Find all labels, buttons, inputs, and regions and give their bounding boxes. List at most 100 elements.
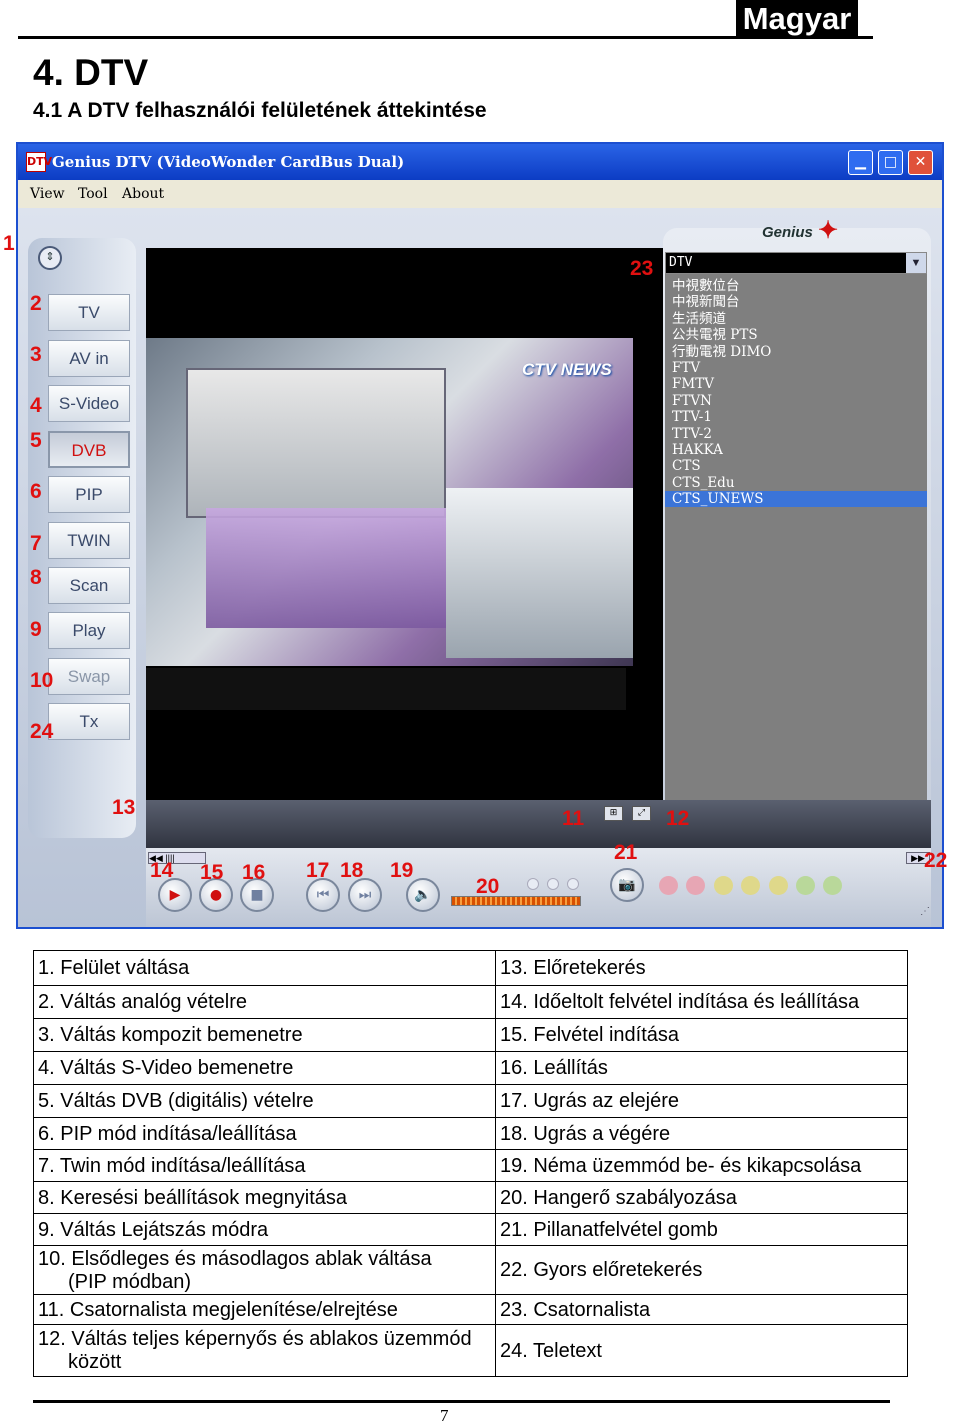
channel-list[interactable]: 中視數位台 中視新聞台 生活頻道 公共電視 PTS 行動電視 DIMO FTV FMTV FT… — [665, 274, 927, 800]
scan-button[interactable]: Scan — [48, 567, 130, 604]
channel-item[interactable]: 中視數位台 — [665, 278, 927, 294]
table-cell: 10. Elsődleges és másodlagos ablak váltá… — [33, 1245, 496, 1295]
callout-24: 24 — [30, 720, 54, 743]
volume-dot — [527, 878, 539, 890]
chevron-down-icon[interactable]: ▼ — [906, 253, 926, 273]
menu-view[interactable]: View — [30, 186, 65, 202]
teletext-button[interactable]: Tx — [48, 703, 130, 740]
section-title: 4.1 A DTV felhasználói felületének áttek… — [33, 99, 487, 122]
channel-logo: CTV NEWS — [522, 360, 612, 379]
channel-item[interactable]: 公共電視 PTS — [665, 327, 927, 343]
table-cell: 18. Ugrás a végére — [495, 1117, 908, 1150]
channel-item[interactable]: HAKKA — [665, 442, 927, 458]
mute-button[interactable]: 🔈 — [406, 878, 440, 912]
callout-11: 11 — [562, 807, 585, 830]
fullscreen-toggle-icon[interactable]: ⤢ — [632, 806, 651, 821]
snapshot-button[interactable]: 📷 — [610, 868, 644, 902]
color-dot — [823, 876, 842, 895]
channel-item[interactable]: CTS_Edu — [665, 475, 927, 491]
color-dot — [741, 876, 760, 895]
maximize-button[interactable]: □ — [878, 150, 903, 175]
resize-grip-icon[interactable]: ⋰ — [920, 906, 930, 917]
table-row: 5. Váltás DVB (digitális) vételre 17. Ugr… — [33, 1084, 908, 1118]
app-body: ⇕ TV AV in S-Video DVB PIP TWIN Scan Pla… — [18, 208, 942, 927]
callout-2: 2 — [30, 292, 42, 315]
channel-item[interactable]: 行動電視 DIMO — [665, 344, 927, 360]
callout-5: 5 — [30, 429, 42, 452]
table-row: 8. Keresési beállítások megnyitása 20. Ha… — [33, 1181, 908, 1214]
timeshift-button[interactable]: ▶ — [158, 878, 192, 912]
table-cell: 14. Időeltolt felvétel indítása és leáll… — [495, 985, 908, 1019]
skip-start-button[interactable]: ⏮ — [306, 878, 340, 912]
callout-15: 15 — [200, 861, 224, 884]
legend-table: 1. Felület váltása 13. Előretekerés 2. Vál… — [33, 950, 908, 1377]
channel-item[interactable]: 中視新聞台 — [665, 294, 927, 310]
table-cell: 20. Hangerő szabályozása — [495, 1181, 908, 1214]
channel-item[interactable]: 生活頻道 — [665, 311, 927, 327]
table-row: 9. Váltás Lejátszás módra 21. Pillanatfel… — [33, 1213, 908, 1246]
interface-toggle-icon[interactable]: ⇕ — [38, 246, 62, 270]
callout-4: 4 — [30, 394, 42, 417]
video-frame: CTV NEWS — [146, 338, 633, 666]
channel-list-toggle-icon[interactable]: ⊞ — [604, 806, 623, 821]
video-area: CTV NEWS — [146, 248, 663, 800]
dvb-button[interactable]: DVB — [48, 431, 130, 468]
page-number: 7 — [440, 1406, 449, 1424]
table-cell: 17. Ugrás az elejére — [495, 1084, 908, 1118]
swap-button[interactable]: Swap — [48, 658, 130, 695]
brand-mark-icon: ✦ — [818, 217, 839, 244]
skip-end-button[interactable]: ⏭ — [348, 878, 382, 912]
volume-slider[interactable] — [451, 896, 581, 906]
channel-item[interactable]: CTS — [665, 458, 927, 474]
channel-item[interactable]: CTS_UNEWS — [665, 491, 927, 508]
color-dot — [659, 876, 678, 895]
menu-tool[interactable]: Tool — [78, 186, 108, 202]
channel-selector[interactable]: DTV — [665, 252, 927, 274]
page-title: 4. DTV — [33, 52, 149, 93]
play-button[interactable]: Play — [48, 612, 130, 649]
lab-machine — [186, 368, 446, 518]
tv-button[interactable]: TV — [48, 294, 130, 331]
language-label: Magyar — [736, 0, 858, 38]
callout-7: 7 — [30, 532, 42, 555]
channel-item[interactable]: FTVN — [665, 393, 927, 409]
table-cell: 9. Váltás Lejátszás módra — [33, 1213, 496, 1246]
minimize-button[interactable]: ▁ — [848, 150, 873, 175]
twin-button[interactable]: TWIN — [48, 522, 130, 559]
table-row: 2. Váltás analóg vételre 14. Időeltolt fe… — [33, 985, 908, 1019]
table-cell: 6. PIP mód indítása/leállítása — [33, 1117, 496, 1150]
volume-dot — [547, 878, 559, 890]
color-dot — [714, 876, 733, 895]
footer-rule — [33, 1400, 890, 1403]
table-cell: 11. Csatornalista megjelenítése/elrejtés… — [33, 1294, 496, 1325]
channel-item[interactable]: TTV-1 — [665, 409, 927, 425]
callout-3: 3 — [30, 343, 42, 366]
table-row: 3. Váltás kompozit bemenetre 15. Felvétel… — [33, 1018, 908, 1052]
menu-bar: View Tool About — [18, 180, 942, 208]
channel-item[interactable]: TTV-2 — [665, 426, 927, 442]
callout-9: 9 — [30, 618, 42, 641]
callout-21: 21 — [614, 841, 638, 864]
video-shadow — [146, 668, 626, 710]
table-row: 10. Elsődleges és másodlagos ablak váltá… — [33, 1245, 908, 1295]
callout-18: 18 — [340, 859, 364, 882]
table-cell: 1. Felület váltása — [33, 950, 496, 986]
s-video-button[interactable]: S-Video — [48, 385, 130, 422]
volume-dot — [567, 878, 579, 890]
callout-12: 12 — [666, 807, 690, 830]
color-dot — [796, 876, 815, 895]
color-dot — [769, 876, 788, 895]
callout-13: 13 — [112, 796, 136, 819]
channel-item[interactable]: FMTV — [665, 376, 927, 392]
callout-20: 20 — [476, 875, 500, 898]
callout-8: 8 — [30, 566, 42, 589]
table-row: 1. Felület váltása 13. Előretekerés — [33, 950, 908, 986]
pip-button[interactable]: PIP — [48, 476, 130, 513]
table-cell: 2. Váltás analóg vételre — [33, 985, 496, 1019]
av-in-button[interactable]: AV in — [48, 340, 130, 377]
channel-item[interactable]: FTV — [665, 360, 927, 376]
close-button[interactable]: ✕ — [908, 150, 933, 175]
menu-about[interactable]: About — [122, 186, 164, 202]
callout-22: 22 — [924, 849, 948, 872]
table-cell: 13. Előretekerés — [495, 950, 908, 986]
